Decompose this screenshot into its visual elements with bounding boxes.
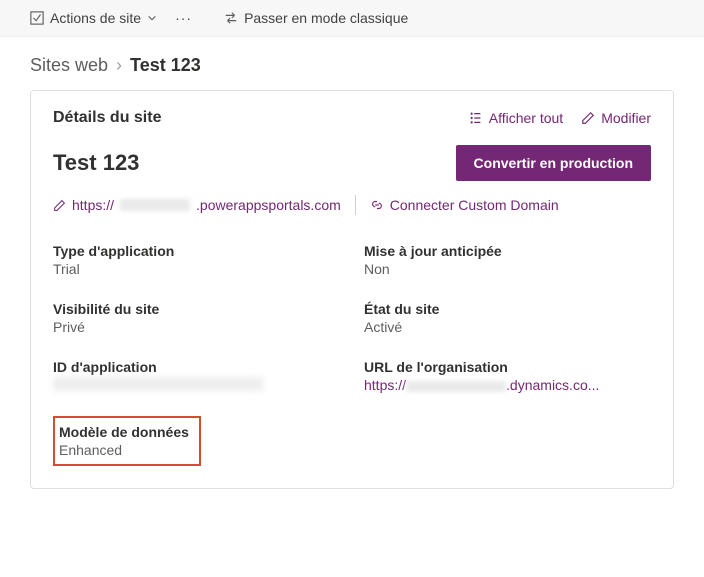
checklist-icon	[30, 11, 44, 25]
connect-domain-link[interactable]: Connecter Custom Domain	[370, 197, 559, 213]
visibility-label: Visibilité du site	[53, 301, 340, 317]
field-app-type: Type d'application Trial	[53, 243, 340, 277]
url-suffix: .powerappsportals.com	[196, 197, 341, 213]
app-id-redacted	[53, 377, 263, 391]
switch-classic-button[interactable]: Passer en mode classique	[224, 10, 408, 26]
card-body: Test 123 Convertir en production https:/…	[31, 141, 673, 488]
list-icon	[469, 111, 483, 125]
pencil-icon	[581, 111, 595, 125]
url-row: https:// .powerappsportals.com Connecter …	[53, 195, 651, 215]
url-redacted	[120, 199, 190, 211]
site-name: Test 123	[53, 150, 139, 176]
edit-label: Modifier	[601, 110, 651, 126]
org-url-label: URL de l'organisation	[364, 359, 651, 375]
convert-production-button[interactable]: Convertir en production	[456, 145, 651, 181]
switch-icon	[224, 11, 238, 25]
site-actions-menu[interactable]: Actions de site	[30, 10, 157, 26]
site-url-link[interactable]: https:// .powerappsportals.com	[53, 197, 341, 213]
card-header: Détails du site Afficher tout Modifier	[31, 91, 673, 141]
url-prefix: https://	[72, 197, 114, 213]
field-state: État du site Activé	[364, 301, 651, 335]
state-value: Activé	[364, 319, 651, 335]
show-all-link[interactable]: Afficher tout	[469, 110, 563, 126]
field-app-id: ID d'application	[53, 359, 340, 394]
org-url-redacted	[406, 381, 506, 392]
show-all-label: Afficher tout	[489, 110, 563, 126]
field-visibility: Visibilité du site Privé	[53, 301, 340, 335]
early-update-value: Non	[364, 261, 651, 277]
breadcrumb-root[interactable]: Sites web	[30, 55, 108, 76]
field-org-url: URL de l'organisation https:// .dynamics.…	[364, 359, 651, 394]
app-id-value	[53, 377, 340, 394]
field-early-update: Mise à jour anticipée Non	[364, 243, 651, 277]
app-type-label: Type d'application	[53, 243, 340, 259]
pencil-icon	[53, 199, 66, 212]
org-url-suffix: .dynamics.co...	[506, 377, 599, 393]
divider	[355, 195, 356, 215]
breadcrumb-current: Test 123	[130, 55, 201, 76]
chevron-right-icon: ›	[116, 55, 122, 76]
data-model-highlight: Modèle de données Enhanced	[53, 416, 201, 466]
connect-domain-label: Connecter Custom Domain	[390, 197, 559, 213]
more-menu[interactable]: ···	[175, 10, 192, 26]
org-url-prefix: https://	[364, 377, 406, 393]
fields-grid: Type d'application Trial Mise à jour ant…	[53, 243, 651, 394]
data-model-value: Enhanced	[59, 442, 189, 458]
org-url-value[interactable]: https:// .dynamics.co...	[364, 377, 651, 393]
card-title: Détails du site	[53, 109, 161, 127]
chevron-down-icon	[147, 13, 157, 23]
early-update-label: Mise à jour anticipée	[364, 243, 651, 259]
link-icon	[370, 198, 384, 212]
state-label: État du site	[364, 301, 651, 317]
app-id-label: ID d'application	[53, 359, 340, 375]
edit-link[interactable]: Modifier	[581, 110, 651, 126]
visibility-value: Privé	[53, 319, 340, 335]
app-type-value: Trial	[53, 261, 340, 277]
switch-classic-label: Passer en mode classique	[244, 10, 408, 26]
data-model-label: Modèle de données	[59, 424, 189, 440]
ellipsis-icon: ···	[175, 10, 192, 26]
toolbar: Actions de site ··· Passer en mode class…	[0, 0, 704, 37]
breadcrumb: Sites web › Test 123	[0, 37, 704, 90]
site-actions-label: Actions de site	[50, 10, 141, 26]
site-details-card: Détails du site Afficher tout Modifier	[30, 90, 674, 489]
card-actions: Afficher tout Modifier	[469, 110, 651, 126]
